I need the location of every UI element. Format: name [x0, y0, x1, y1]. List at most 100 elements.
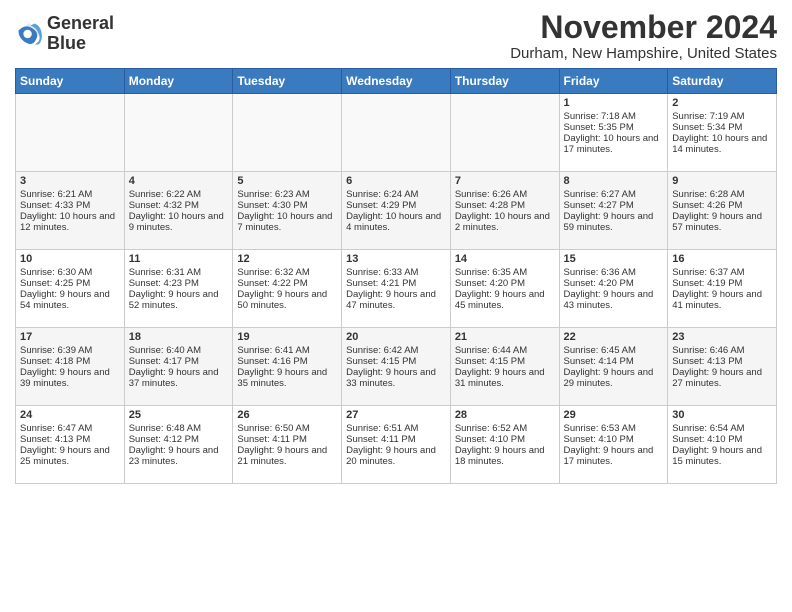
logo-line1: General — [47, 14, 114, 34]
calendar-cell: 24Sunrise: 6:47 AMSunset: 4:13 PMDayligh… — [16, 406, 125, 484]
cell-content-line: Sunrise: 6:42 AM — [346, 345, 446, 356]
cell-content-line: Daylight: 9 hours and 33 minutes. — [346, 367, 446, 389]
day-number: 29 — [564, 409, 664, 421]
calendar-cell: 2Sunrise: 7:19 AMSunset: 5:34 PMDaylight… — [668, 94, 777, 172]
cell-content-line: Sunset: 4:18 PM — [20, 356, 120, 367]
logo-icon — [15, 20, 43, 48]
cell-content-line: Sunrise: 6:39 AM — [20, 345, 120, 356]
cell-content-line: Daylight: 10 hours and 14 minutes. — [672, 133, 772, 155]
cell-content-line: Daylight: 10 hours and 7 minutes. — [237, 211, 337, 233]
calendar-cell: 7Sunrise: 6:26 AMSunset: 4:28 PMDaylight… — [450, 172, 559, 250]
calendar-cell: 3Sunrise: 6:21 AMSunset: 4:33 PMDaylight… — [16, 172, 125, 250]
header: General Blue November 2024 Durham, New H… — [15, 10, 777, 62]
logo: General Blue — [15, 14, 114, 54]
day-number: 13 — [346, 253, 446, 265]
day-number: 18 — [129, 331, 229, 343]
day-number: 24 — [20, 409, 120, 421]
day-number: 21 — [455, 331, 555, 343]
week-row-4: 24Sunrise: 6:47 AMSunset: 4:13 PMDayligh… — [16, 406, 777, 484]
header-thursday: Thursday — [450, 69, 559, 94]
calendar-cell: 29Sunrise: 6:53 AMSunset: 4:10 PMDayligh… — [559, 406, 668, 484]
calendar-cell: 23Sunrise: 6:46 AMSunset: 4:13 PMDayligh… — [668, 328, 777, 406]
header-friday: Friday — [559, 69, 668, 94]
cell-content-line: Daylight: 9 hours and 45 minutes. — [455, 289, 555, 311]
day-number: 23 — [672, 331, 772, 343]
cell-content-line: Sunrise: 6:22 AM — [129, 189, 229, 200]
cell-content-line: Sunrise: 6:48 AM — [129, 423, 229, 434]
cell-content-line: Sunset: 5:35 PM — [564, 122, 664, 133]
calendar-cell: 18Sunrise: 6:40 AMSunset: 4:17 PMDayligh… — [124, 328, 233, 406]
title-block: November 2024 Durham, New Hampshire, Uni… — [510, 10, 777, 62]
week-row-0: 1 Sunrise: 7:18 AMSunset: 5:35 PM Daylight… — [16, 94, 777, 172]
calendar-cell: 9Sunrise: 6:28 AMSunset: 4:26 PMDaylight… — [668, 172, 777, 250]
header-saturday: Saturday — [668, 69, 777, 94]
cell-content-line: Sunset: 4:20 PM — [564, 278, 664, 289]
cell-content-line: Sunrise: 6:45 AM — [564, 345, 664, 356]
cell-content-line: Sunset: 4:13 PM — [20, 434, 120, 445]
header-wednesday: Wednesday — [342, 69, 451, 94]
cell-content-line: Sunset: 4:32 PM — [129, 200, 229, 211]
day-number: 9 — [672, 175, 772, 187]
calendar-cell: 30Sunrise: 6:54 AMSunset: 4:10 PMDayligh… — [668, 406, 777, 484]
cell-content-line: Sunset: 4:21 PM — [346, 278, 446, 289]
cell-content-line: Sunset: 4:15 PM — [455, 356, 555, 367]
cell-content-line: Sunrise: 6:51 AM — [346, 423, 446, 434]
cell-content-line: Daylight: 9 hours and 37 minutes. — [129, 367, 229, 389]
calendar-cell: 5Sunrise: 6:23 AMSunset: 4:30 PMDaylight… — [233, 172, 342, 250]
cell-content-line: Sunrise: 6:40 AM — [129, 345, 229, 356]
day-number: 3 — [20, 175, 120, 187]
day-number: 5 — [237, 175, 337, 187]
day-number: 27 — [346, 409, 446, 421]
day-number: 11 — [129, 253, 229, 265]
cell-content-line: Daylight: 9 hours and 52 minutes. — [129, 289, 229, 311]
month-title: November 2024 — [510, 10, 777, 45]
cell-content-line: Sunset: 4:23 PM — [129, 278, 229, 289]
cell-content-line: Daylight: 9 hours and 35 minutes. — [237, 367, 337, 389]
cell-content-line: Sunset: 4:26 PM — [672, 200, 772, 211]
cell-content-line: Sunrise: 6:36 AM — [564, 267, 664, 278]
cell-content-line: Sunrise: 6:32 AM — [237, 267, 337, 278]
week-row-2: 10Sunrise: 6:30 AMSunset: 4:25 PMDayligh… — [16, 250, 777, 328]
cell-content-line: Sunset: 4:25 PM — [20, 278, 120, 289]
cell-content-line: Sunrise: 6:23 AM — [237, 189, 337, 200]
calendar-cell: 21Sunrise: 6:44 AMSunset: 4:15 PMDayligh… — [450, 328, 559, 406]
header-monday: Monday — [124, 69, 233, 94]
cell-content-line: Sunset: 4:11 PM — [346, 434, 446, 445]
calendar-cell: 17Sunrise: 6:39 AMSunset: 4:18 PMDayligh… — [16, 328, 125, 406]
day-number: 28 — [455, 409, 555, 421]
day-number: 10 — [20, 253, 120, 265]
week-row-1: 3Sunrise: 6:21 AMSunset: 4:33 PMDaylight… — [16, 172, 777, 250]
cell-content-line: Daylight: 9 hours and 59 minutes. — [564, 211, 664, 233]
day-number: 15 — [564, 253, 664, 265]
cell-content-line: Daylight: 10 hours and 4 minutes. — [346, 211, 446, 233]
logo-line2: Blue — [47, 34, 114, 54]
cell-content-line: Daylight: 9 hours and 18 minutes. — [455, 445, 555, 467]
cell-content-line: Sunrise: 6:37 AM — [672, 267, 772, 278]
cell-content-line: Sunrise: 6:44 AM — [455, 345, 555, 356]
cell-content-line: Sunset: 4:14 PM — [564, 356, 664, 367]
calendar-cell: 27Sunrise: 6:51 AMSunset: 4:11 PMDayligh… — [342, 406, 451, 484]
cell-content-line: Sunset: 4:11 PM — [237, 434, 337, 445]
cell-content-line: Sunset: 4:20 PM — [455, 278, 555, 289]
day-number: 19 — [237, 331, 337, 343]
cell-content-line: Sunrise: 6:26 AM — [455, 189, 555, 200]
cell-content-line: Sunset: 4:27 PM — [564, 200, 664, 211]
cell-content-line: Sunset: 4:15 PM — [346, 356, 446, 367]
cell-content-line: Daylight: 9 hours and 17 minutes. — [564, 445, 664, 467]
cell-content-line: Sunset: 4:10 PM — [455, 434, 555, 445]
day-number: 4 — [129, 175, 229, 187]
cell-content-line: Sunrise: 7:18 AM — [564, 111, 664, 122]
header-sunday: Sunday — [16, 69, 125, 94]
cell-content-line: Sunrise: 6:53 AM — [564, 423, 664, 434]
week-row-3: 17Sunrise: 6:39 AMSunset: 4:18 PMDayligh… — [16, 328, 777, 406]
cell-content-line: Daylight: 10 hours and 2 minutes. — [455, 211, 555, 233]
cell-content-line: Daylight: 9 hours and 25 minutes. — [20, 445, 120, 467]
day-number: 16 — [672, 253, 772, 265]
cell-content-line: Sunrise: 6:41 AM — [237, 345, 337, 356]
cell-content-line: Sunrise: 6:24 AM — [346, 189, 446, 200]
cell-content-line: Sunset: 4:19 PM — [672, 278, 772, 289]
cell-content-line: Sunrise: 6:50 AM — [237, 423, 337, 434]
day-number: 1 — [564, 97, 664, 109]
calendar-cell: 11Sunrise: 6:31 AMSunset: 4:23 PMDayligh… — [124, 250, 233, 328]
cell-content-line: Sunset: 4:28 PM — [455, 200, 555, 211]
